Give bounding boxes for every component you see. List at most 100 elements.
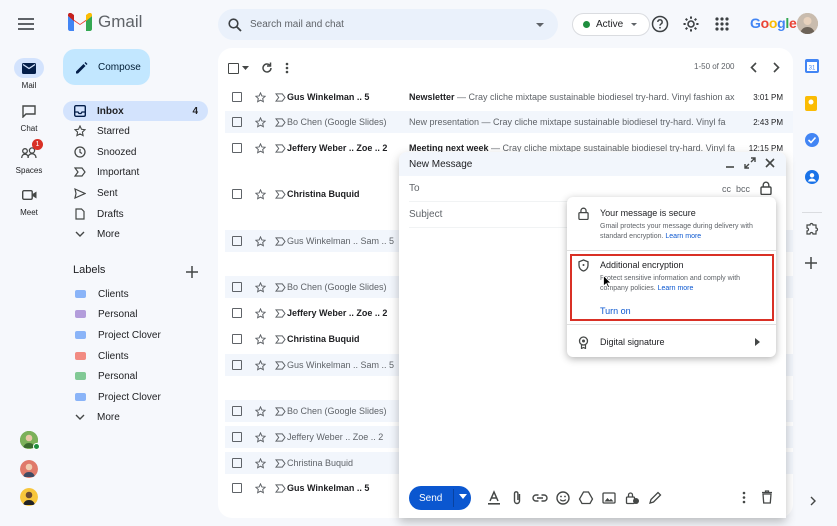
refresh-icon[interactable] <box>261 62 273 74</box>
star-icon[interactable] <box>255 431 266 443</box>
chevron-left-icon[interactable] <box>743 57 763 77</box>
row-checkbox[interactable] <box>232 360 242 370</box>
chat-contact-avatar[interactable] <box>20 460 38 478</box>
nav-drafts[interactable]: Drafts <box>63 204 208 224</box>
important-marker-icon[interactable] <box>275 92 286 102</box>
important-marker-icon[interactable] <box>275 282 286 292</box>
help-icon[interactable] <box>650 14 670 34</box>
digital-signature-item[interactable]: Digital signature <box>600 337 665 347</box>
star-icon[interactable] <box>255 142 266 154</box>
row-checkbox[interactable] <box>232 406 242 416</box>
select-all-checkbox[interactable] <box>228 62 249 74</box>
gmail-logo[interactable]: Gmail <box>68 12 142 32</box>
add-label-plus-icon[interactable] <box>182 262 202 282</box>
chat-contact-avatar[interactable] <box>20 488 38 506</box>
email-row[interactable]: Bo Chen (Google Slides) New presentation … <box>225 111 793 133</box>
confidential-mode-icon[interactable] <box>624 490 640 506</box>
star-icon[interactable] <box>255 307 266 319</box>
apps-grid-icon[interactable] <box>712 14 732 34</box>
important-marker-icon[interactable] <box>275 458 286 468</box>
compose-button[interactable]: Compose <box>63 49 150 85</box>
star-icon[interactable] <box>255 116 266 128</box>
star-icon[interactable] <box>255 333 266 345</box>
status-selector[interactable]: Active <box>572 13 651 36</box>
expand-side-panel-chevron-icon[interactable] <box>810 496 816 506</box>
star-icon[interactable] <box>255 91 266 103</box>
tasks-app-icon[interactable] <box>805 133 819 147</box>
account-avatar[interactable] <box>797 13 818 34</box>
expand-icon[interactable] <box>744 157 756 169</box>
nav-inbox[interactable]: Inbox 4 <box>63 101 208 121</box>
calendar-app-icon[interactable]: 31 <box>805 59 819 73</box>
star-icon[interactable] <box>255 482 266 494</box>
row-checkbox[interactable] <box>232 483 242 493</box>
row-checkbox[interactable] <box>232 308 242 318</box>
star-icon[interactable] <box>255 405 266 417</box>
label-item[interactable]: Clients <box>63 284 208 304</box>
more-vert-icon[interactable] <box>285 62 289 74</box>
important-marker-icon[interactable] <box>275 143 286 153</box>
chevron-right-icon[interactable] <box>766 57 786 77</box>
email-row[interactable]: Gus Winkelman .. 5 Newsletter — Cray clic… <box>225 86 793 108</box>
cc-link[interactable]: cc <box>722 184 731 194</box>
discard-draft-icon[interactable] <box>761 490 773 504</box>
search-options-icon[interactable] <box>530 15 550 35</box>
important-marker-icon[interactable] <box>275 334 286 344</box>
encryption-lock-icon[interactable] <box>760 181 772 195</box>
important-marker-icon[interactable] <box>275 236 286 246</box>
addons-puzzle-icon[interactable] <box>805 221 819 235</box>
row-checkbox[interactable] <box>232 458 242 468</box>
keep-app-icon[interactable] <box>805 96 817 111</box>
label-item[interactable]: Project Clover <box>63 325 208 345</box>
label-item[interactable]: Clients <box>63 346 208 366</box>
row-checkbox[interactable] <box>232 92 242 102</box>
rail-meet[interactable]: Meet <box>6 185 52 217</box>
insert-link-icon[interactable] <box>532 490 548 506</box>
label-item[interactable]: Personal <box>63 304 208 324</box>
star-icon[interactable] <box>255 457 266 469</box>
row-checkbox[interactable] <box>232 143 242 153</box>
more-options-vert-icon[interactable] <box>742 491 746 504</box>
send-button[interactable]: Send <box>409 486 471 510</box>
signature-pen-icon[interactable] <box>647 490 663 506</box>
important-marker-icon[interactable] <box>275 117 286 127</box>
main-menu-icon[interactable] <box>16 14 36 34</box>
important-marker-icon[interactable] <box>275 406 286 416</box>
settings-gear-icon[interactable] <box>681 14 701 34</box>
nav-important[interactable]: Important <box>63 162 208 182</box>
attach-file-icon[interactable] <box>509 490 525 506</box>
row-checkbox[interactable] <box>232 236 242 246</box>
nav-sent[interactable]: Sent <box>63 183 208 203</box>
search-bar[interactable]: Search mail and chat <box>218 9 558 40</box>
star-icon[interactable] <box>255 281 266 293</box>
row-checkbox[interactable] <box>232 189 242 199</box>
bcc-link[interactable]: bcc <box>736 184 750 194</box>
important-marker-icon[interactable] <box>275 189 286 199</box>
nav-more[interactable]: More <box>63 224 208 244</box>
search-input[interactable]: Search mail and chat <box>250 19 530 30</box>
label-item[interactable]: Project Clover <box>63 387 208 407</box>
star-icon[interactable] <box>255 235 266 247</box>
minimize-icon[interactable] <box>724 157 736 169</box>
important-marker-icon[interactable] <box>275 360 286 370</box>
row-checkbox[interactable] <box>232 282 242 292</box>
insert-photo-icon[interactable] <box>601 490 617 506</box>
rail-chat[interactable]: Chat <box>6 101 52 133</box>
secure-learn-more-link[interactable]: Learn more <box>665 233 701 240</box>
emoji-icon[interactable] <box>555 490 571 506</box>
nav-starred[interactable]: Starred <box>63 121 208 141</box>
close-icon[interactable] <box>764 157 776 169</box>
label-item[interactable]: Personal <box>63 366 208 386</box>
star-icon[interactable] <box>255 188 266 200</box>
add-addon-plus-icon[interactable] <box>805 257 817 269</box>
row-checkbox[interactable] <box>232 432 242 442</box>
important-marker-icon[interactable] <box>275 308 286 318</box>
rail-spaces[interactable]: 1 Spaces <box>6 139 52 175</box>
contacts-app-icon[interactable] <box>805 170 819 184</box>
search-icon[interactable] <box>228 17 242 32</box>
drive-icon[interactable] <box>578 490 594 506</box>
nav-snoozed[interactable]: Snoozed <box>63 142 208 162</box>
important-marker-icon[interactable] <box>275 483 286 493</box>
star-icon[interactable] <box>255 359 266 371</box>
row-checkbox[interactable] <box>232 117 242 127</box>
